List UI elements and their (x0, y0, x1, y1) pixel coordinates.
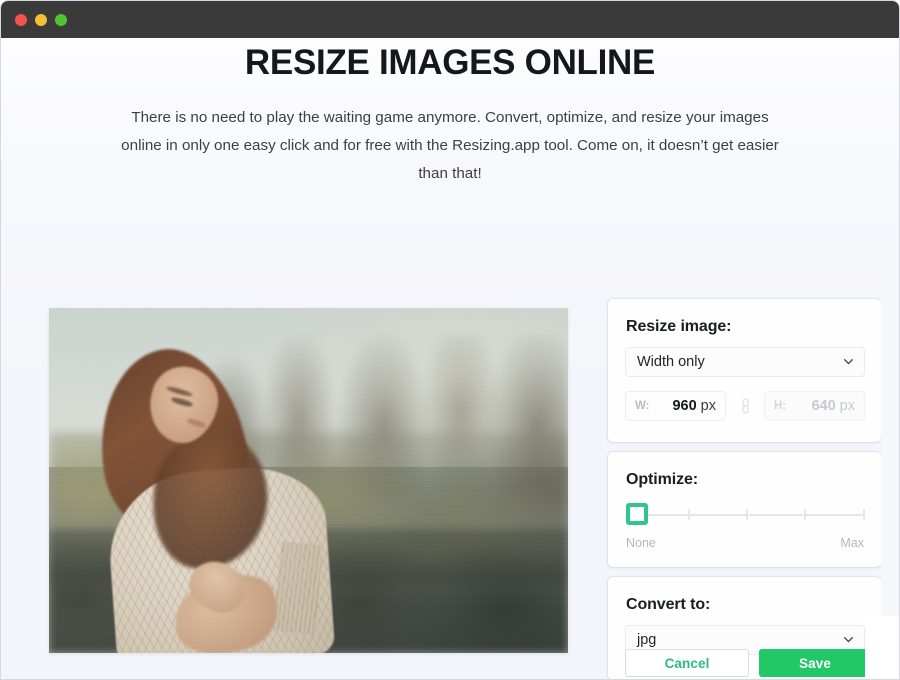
dimension-row: W: 960 px H: 640 px (625, 391, 865, 421)
height-value: 640 px (811, 398, 855, 414)
photo-grain (49, 308, 568, 653)
chevron-down-icon (844, 637, 853, 643)
width-value: 960 px (672, 398, 716, 414)
page-subtitle: There is no need to play the waiting gam… (121, 109, 779, 183)
save-button[interactable]: Save (759, 649, 871, 677)
slider-handle[interactable] (626, 503, 648, 525)
broken-chain-link-icon[interactable] (726, 398, 764, 414)
resize-mode-value: Width only (637, 354, 705, 370)
resize-image-card: Resize image: Width only W: 960 px H: 64… (608, 299, 881, 442)
width-label: W: (635, 400, 650, 412)
optimize-card-title: Optimize: (626, 471, 698, 488)
slider-min-label: None (626, 536, 656, 550)
preview-photo (49, 308, 568, 653)
action-buttons: Cancel Save (625, 649, 871, 677)
browser-window: RESIZE IMAGES ONLINE There is no need to… (0, 0, 900, 680)
minimize-window-button[interactable] (35, 13, 47, 26)
format-value: jpg (637, 632, 657, 648)
convert-card-title: Convert to: (626, 596, 711, 613)
cancel-button[interactable]: Cancel (625, 649, 749, 677)
width-input[interactable]: W: 960 px (625, 391, 726, 421)
slider-tick (688, 509, 690, 520)
chevron-down-icon (844, 359, 853, 365)
resize-card-title: Resize image: (626, 318, 732, 335)
slider-tick (804, 509, 806, 520)
traffic-light-group (15, 13, 67, 26)
panel-overlay-strip (865, 616, 899, 679)
slider-track (632, 514, 864, 516)
window-titlebar (1, 1, 899, 38)
page-content: RESIZE IMAGES ONLINE There is no need to… (1, 38, 899, 679)
image-preview[interactable] (49, 308, 568, 653)
convert-to-card: Convert to: jpg Cancel Save (608, 577, 881, 679)
optimize-card: Optimize: None Max (608, 452, 881, 567)
page-title: RESIZE IMAGES ONLINE (244, 43, 656, 82)
slider-tick (746, 509, 748, 520)
maximize-window-button[interactable] (55, 13, 67, 26)
close-window-button[interactable] (15, 13, 27, 26)
height-label: H: (774, 400, 787, 412)
editor-area: Resize image: Width only W: 960 px H: 64… (1, 271, 899, 679)
resize-mode-select[interactable]: Width only (625, 347, 865, 377)
height-input[interactable]: H: 640 px (764, 391, 865, 421)
slider-tick (863, 509, 865, 520)
slider-labels: None Max (626, 536, 864, 550)
slider-max-label: Max (840, 536, 864, 550)
